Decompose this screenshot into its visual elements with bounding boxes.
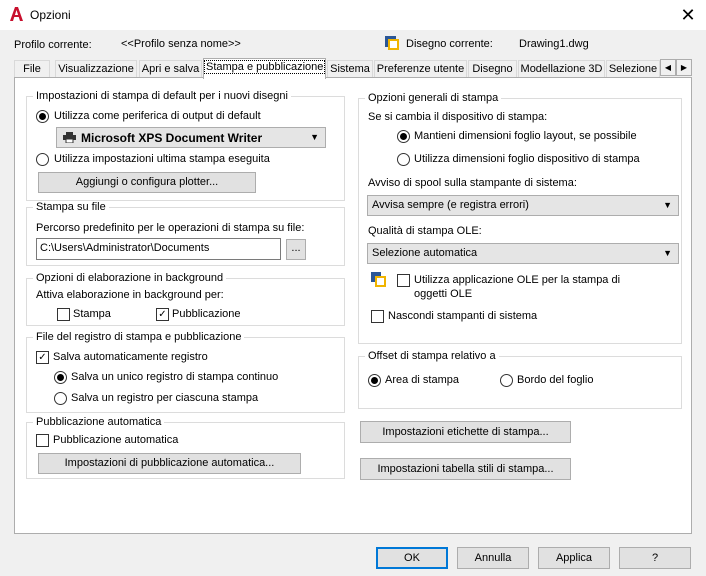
use-last-radio[interactable] xyxy=(36,153,49,166)
use-device-label: Utilizza come periferica di output di de… xyxy=(54,110,261,122)
window-title: Opzioni xyxy=(30,8,71,22)
background-print-checkbox[interactable] xyxy=(57,308,70,321)
print-area-label: Area di stampa xyxy=(385,374,459,386)
ole-app-label-line1: Utilizza applicazione OLE per la stampa … xyxy=(414,274,621,286)
apply-button[interactable]: Applica xyxy=(538,547,610,569)
tab-modellazione-3d[interactable]: Modellazione 3D xyxy=(518,60,605,78)
profile-label: Profilo corrente: xyxy=(14,39,92,51)
browse-button[interactable]: ... xyxy=(286,239,306,260)
use-last-label: Utilizza impostazioni ultima stampa eseg… xyxy=(54,153,270,165)
per-print-log-radio[interactable] xyxy=(54,392,67,405)
background-publish-checkbox[interactable]: ✓ xyxy=(156,308,169,321)
group-title: Offset di stampa relativo a xyxy=(365,350,499,362)
auto-save-log-checkbox[interactable]: ✓ xyxy=(36,351,49,364)
print-stamp-settings-button[interactable]: Impostazioni etichette di stampa... xyxy=(360,421,571,443)
tab-panel: Impostazioni di stampa di default per i … xyxy=(14,77,692,534)
tab-selezione[interactable]: Selezione xyxy=(606,60,660,78)
add-plotter-button[interactable]: Aggiungi o configura plotter... xyxy=(38,172,256,193)
path-input[interactable]: C:\Users\Administrator\Documents xyxy=(36,238,281,260)
group-title: File del registro di stampa e pubblicazi… xyxy=(33,331,245,343)
title-bar xyxy=(0,0,706,30)
printer-icon xyxy=(63,132,76,143)
group-default-print: Impostazioni di stampa di default per i … xyxy=(26,90,345,201)
tab-sistema[interactable]: Sistema xyxy=(327,60,373,78)
ole-quality-value: Selezione automatica xyxy=(372,247,478,259)
paper-edge-radio[interactable] xyxy=(500,374,513,387)
plot-style-table-settings-button[interactable]: Impostazioni tabella stili di stampa... xyxy=(360,458,571,480)
ole-quality-label: Qualità di stampa OLE: xyxy=(368,225,482,237)
use-device-size-label: Utilizza dimensioni foglio dispositivo d… xyxy=(414,153,640,165)
use-device-radio[interactable] xyxy=(36,110,49,123)
spool-label: Avviso di spool sulla stampante di siste… xyxy=(368,177,577,189)
group-offset: Offset di stampa relativo a Area di stam… xyxy=(358,350,682,409)
background-print-label: Stampa xyxy=(73,308,111,320)
hide-printers-label: Nascondi stampanti di sistema xyxy=(388,310,538,322)
auto-publish-settings-button[interactable]: Impostazioni di pubblicazione automatica… xyxy=(38,453,301,474)
ole-app-checkbox[interactable] xyxy=(397,274,410,287)
group-print-to-file: Stampa su file Percorso predefinito per … xyxy=(26,201,345,266)
group-title: Impostazioni di stampa di default per i … xyxy=(33,90,291,102)
drawing-label: Disegno corrente: xyxy=(406,38,493,50)
auto-save-log-label: Salva automaticamente registro xyxy=(53,351,208,363)
single-log-radio[interactable] xyxy=(54,371,67,384)
default-device-select[interactable]: Microsoft XPS Document Writer ▼ xyxy=(56,127,326,148)
group-title: Opzioni di elaborazione in background xyxy=(33,272,227,284)
print-area-radio[interactable] xyxy=(368,374,381,387)
group-auto-publish: Pubblicazione automatica Pubblicazione a… xyxy=(26,416,345,479)
path-value: C:\Users\Administrator\Documents xyxy=(40,242,210,254)
tab-preferenze-utente[interactable]: Preferenze utente xyxy=(374,60,467,78)
help-button[interactable]: ? xyxy=(619,547,691,569)
auto-publish-label: Pubblicazione automatica xyxy=(53,434,179,446)
drawing-value: Drawing1.dwg xyxy=(519,38,589,50)
tab-apri-e-salva[interactable]: Apri e salva xyxy=(139,60,202,78)
profile-value: <<Profilo senza nome>> xyxy=(121,38,241,50)
single-log-label: Salva un unico registro di stampa contin… xyxy=(71,371,279,383)
auto-publish-checkbox[interactable] xyxy=(36,434,49,447)
chevron-down-icon: ▼ xyxy=(663,200,672,210)
ok-button[interactable]: OK xyxy=(376,547,448,569)
tab-visualizzazione[interactable]: Visualizzazione xyxy=(55,60,137,78)
use-device-size-radio[interactable] xyxy=(397,153,410,166)
keep-layout-size-label: Mantieni dimensioni foglio layout, se po… xyxy=(414,130,637,142)
spool-select[interactable]: Avvisa sempre (e registra errori) ▼ xyxy=(367,195,679,216)
ole-icon xyxy=(371,272,386,287)
hide-printers-checkbox[interactable] xyxy=(371,310,384,323)
paper-edge-label: Bordo del foglio xyxy=(517,374,594,386)
tab-file[interactable]: File xyxy=(14,60,50,78)
keep-layout-size-radio[interactable] xyxy=(397,130,410,143)
chevron-down-icon: ▼ xyxy=(310,132,319,142)
cancel-button[interactable]: Annulla xyxy=(457,547,529,569)
group-title: Opzioni generali di stampa xyxy=(365,92,502,104)
background-publish-label: Pubblicazione xyxy=(172,308,241,320)
change-device-label: Se si cambia il dispositivo di stampa: xyxy=(368,111,548,123)
tab-scroll-left-icon[interactable]: ◀ xyxy=(660,59,676,76)
path-label: Percorso predefinito per le operazioni d… xyxy=(36,222,305,234)
group-general-print: Opzioni generali di stampa Se si cambia … xyxy=(358,92,682,344)
group-title: Stampa su file xyxy=(33,201,109,213)
drawing-icon xyxy=(385,36,399,50)
group-background: Opzioni di elaborazione in background At… xyxy=(26,272,345,326)
close-icon[interactable]: ✕ xyxy=(676,4,700,26)
tab-strip: File Visualizzazione Apri e salva Stampa… xyxy=(14,58,692,79)
ole-quality-select[interactable]: Selezione automatica ▼ xyxy=(367,243,679,264)
background-enable-label: Attiva elaborazione in background per: xyxy=(36,289,224,301)
group-title: Pubblicazione automatica xyxy=(33,416,165,428)
ole-app-label-line2: oggetti OLE xyxy=(414,288,473,300)
tab-stampa-e-pubblicazione[interactable]: Stampa e pubblicazione xyxy=(203,58,326,79)
per-print-log-label: Salva un registro per ciascuna stampa xyxy=(71,392,259,404)
default-device-value: Microsoft XPS Document Writer xyxy=(81,131,263,145)
autocad-logo-icon xyxy=(10,7,23,21)
group-log: File del registro di stampa e pubblicazi… xyxy=(26,331,345,413)
spool-value: Avvisa sempre (e registra errori) xyxy=(372,199,529,211)
tab-disegno[interactable]: Disegno xyxy=(468,60,517,78)
tab-scroll-right-icon[interactable]: ▶ xyxy=(676,59,692,76)
chevron-down-icon: ▼ xyxy=(663,248,672,258)
